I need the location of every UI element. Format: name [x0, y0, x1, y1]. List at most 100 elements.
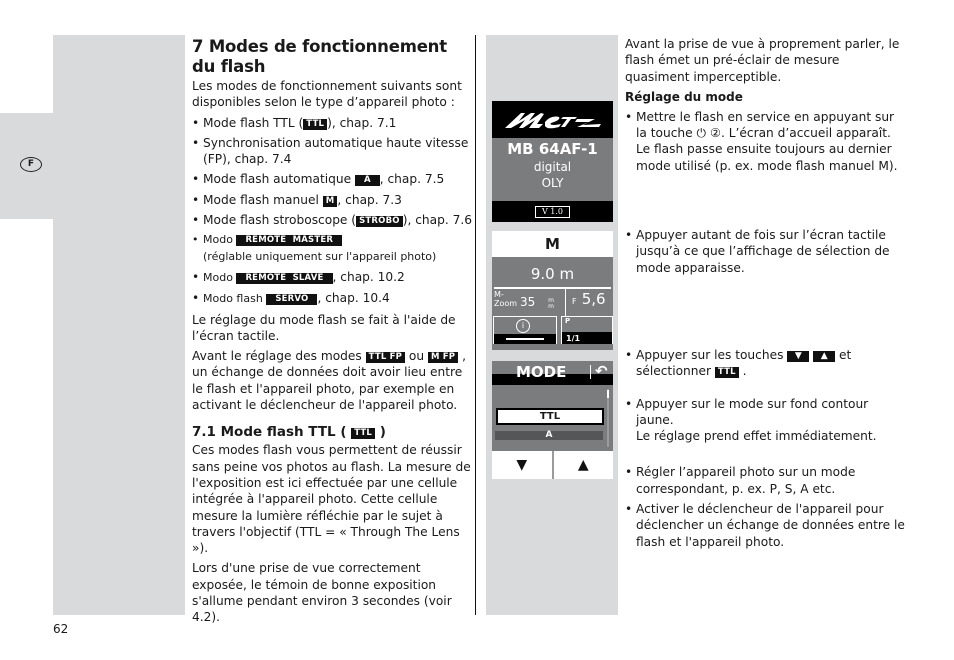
- step-camera-mode: Régler l’appareil photo sur un mode corr…: [625, 464, 905, 497]
- steps-list-4: Régler l’appareil photo sur un mode corr…: [625, 464, 905, 549]
- mode-chapter: , chap. 7.5: [379, 172, 445, 187]
- aperture-label: F: [572, 297, 577, 306]
- steps-list-1: Mettre le flash en service en appuyant s…: [625, 109, 905, 174]
- info-underline: [506, 338, 544, 340]
- fp-paragraph: Avant le réglage des modes TTL FP ou M F…: [192, 348, 472, 413]
- step-power-on: Mettre le flash en service en appuyant s…: [625, 109, 905, 174]
- mode-item-remote-slave: Modo REMOTE SLAVE, chap. 10.2: [192, 269, 472, 286]
- mode-item-remote-master: Modo REMOTE MASTER (réglable uniquement s…: [192, 232, 472, 265]
- servo-tag: SERVO: [266, 294, 318, 306]
- up-button[interactable]: ▲: [554, 451, 614, 479]
- welcome-screen: MB 64AF-1 digital OLY V 1.0: [492, 101, 613, 222]
- ttl-tag: TTL: [303, 118, 328, 130]
- ttl-tag: TTL: [714, 367, 739, 379]
- text: Appuyer sur le mode sur fond contour jau…: [636, 396, 869, 427]
- mode-item-manual: Mode flash manuel M, chap. 7.3: [192, 192, 472, 209]
- zoom-value: 35: [520, 295, 536, 309]
- metz-logo-icon: [504, 112, 601, 128]
- mode-chapter: , chap. 7.3: [337, 192, 402, 207]
- down-key-icon: ▼: [787, 350, 810, 362]
- mode-chapter: , chap. 10.4: [317, 291, 390, 306]
- firmware-version: V 1.0: [534, 205, 571, 218]
- down-arrow-icon: ▼: [516, 457, 528, 473]
- right-column: Avant la prise de vue à proprement parle…: [625, 36, 905, 554]
- text: Avant le réglage des modes: [192, 349, 366, 364]
- selected-mode-item[interactable]: TTL: [496, 408, 604, 425]
- mode-text: Synchronisation automatique haute vitess…: [203, 135, 469, 167]
- remote-master-tag: REMOTE MASTER: [236, 235, 343, 247]
- distance-display: 9.0 m: [494, 257, 611, 289]
- mode-note: (réglable uniquement sur l'appareil phot…: [203, 249, 437, 263]
- left-margin-panel: [53, 35, 185, 615]
- mode-title: MODE: [516, 363, 567, 381]
- zoom-display[interactable]: M- Zoom 35 m m: [492, 289, 566, 316]
- mode-list: Mode flash TTL (TTL), chap. 7.1 Synchron…: [192, 115, 472, 308]
- auto-tag: A: [354, 175, 380, 187]
- zoom-unit: m m: [548, 297, 554, 310]
- page-number: 62: [53, 622, 69, 636]
- text: Le réglage prend effet immédiatement.: [636, 429, 877, 444]
- info-button[interactable]: i: [493, 316, 557, 344]
- preflash-paragraph: Avant la prise de vue à proprement parle…: [625, 37, 900, 84]
- power-icon: ⏻: [696, 126, 707, 141]
- down-button[interactable]: ▼: [492, 451, 554, 479]
- mode-item-ttl: Mode flash TTL (TTL), chap. 7.1: [192, 115, 472, 132]
- header-separator: [590, 365, 591, 379]
- settings-row: M- Zoom 35 m m F 5,6: [492, 289, 613, 316]
- step-confirm-mode: Appuyer sur le mode sur fond contour jau…: [625, 396, 905, 445]
- steps-list-2: Appuyer autant de fois sur l’écran tacti…: [625, 227, 905, 276]
- mode-text: Mode flash TTL (: [203, 115, 304, 130]
- ttl-paragraph: Ces modes flash vous permettent de réuss…: [192, 443, 471, 556]
- mode-text: Mode flash manuel: [203, 192, 323, 207]
- mode-chapter: ), chap. 7.6: [402, 213, 472, 228]
- welcome-body: MB 64AF-1 digital OLY: [492, 138, 613, 201]
- mode-display[interactable]: M: [492, 231, 613, 257]
- welcome-footer: V 1.0: [492, 201, 613, 222]
- mode-select-screen: MODE ↶ TTL A ▼ ▲: [492, 361, 613, 479]
- remote-slave-tag: REMOTE SLAVE: [236, 272, 333, 284]
- mode-list-view: TTL A: [492, 385, 613, 451]
- text: Appuyer sur les touches: [636, 347, 788, 362]
- manual-tag: M: [322, 195, 338, 207]
- mode-chapter: ), chap. 7.1: [327, 115, 397, 130]
- back-icon[interactable]: ↶: [595, 361, 608, 381]
- main-screen[interactable]: M 9.0 m M- Zoom 35 m m F 5,6 i P 1/1: [492, 231, 613, 350]
- left-column: 7 Modes de fonctionnement du flash Les m…: [192, 37, 472, 630]
- screen-bottom-bar: i P 1/1: [492, 316, 613, 344]
- ttl-fp-tag: TTL FP: [365, 352, 406, 364]
- page-indicator[interactable]: P 1/1: [561, 316, 613, 344]
- model-name: MB 64AF-1: [507, 140, 598, 158]
- m-fp-tag: M FP: [427, 352, 459, 364]
- exposure-paragraph: Lors d'une prise de vue correctement exp…: [192, 561, 452, 625]
- scrollbar-thumb[interactable]: [607, 390, 609, 398]
- column-divider: [475, 35, 476, 615]
- mode-item-auto: Mode flash automatique A, chap. 7.5: [192, 171, 472, 188]
- strobo-tag: STROBO: [356, 216, 403, 228]
- text: .: [738, 364, 747, 379]
- steps-list-3: Appuyer sur les touches ▼ ▲ et sélection…: [625, 347, 905, 444]
- language-badge: F: [20, 157, 42, 172]
- mode-text: Mode flash automatique: [203, 172, 355, 187]
- mode-item-servo: Modo flash SERVO, chap. 10.4: [192, 290, 472, 307]
- model-variant: digital: [533, 160, 572, 174]
- page-label: P: [565, 317, 571, 325]
- mode-text: Modo: [203, 233, 237, 247]
- step-select-ttl: Appuyer sur les touches ▼ ▲ et sélection…: [625, 347, 905, 380]
- ttl-tag: TTL: [351, 428, 376, 440]
- up-key-icon: ▲: [813, 350, 836, 362]
- metz-logo: [492, 101, 613, 138]
- intro-paragraph: Les modes de fonctionnement suivants son…: [192, 79, 462, 110]
- camera-system: OLY: [541, 176, 564, 190]
- aperture-display[interactable]: F 5,6: [566, 289, 613, 316]
- mode-item-fp: Synchronisation automatique haute vitess…: [192, 135, 472, 168]
- aperture-value: 5,6: [581, 290, 606, 308]
- mode-text: Mode flash stroboscope (: [203, 213, 357, 228]
- text: 7.1 Mode flash TTL (: [192, 424, 352, 441]
- touch-paragraph: Le réglage du mode flash se fait à l'aid…: [192, 312, 456, 343]
- mode-text: Modo flash: [203, 292, 267, 306]
- step-touch-screen: Appuyer autant de fois sur l’écran tacti…: [625, 227, 905, 276]
- key-number: ②: [710, 126, 721, 141]
- mode-item[interactable]: A: [495, 431, 603, 440]
- subsection-title: Réglage du mode: [625, 89, 743, 104]
- up-arrow-icon: ▲: [577, 457, 589, 473]
